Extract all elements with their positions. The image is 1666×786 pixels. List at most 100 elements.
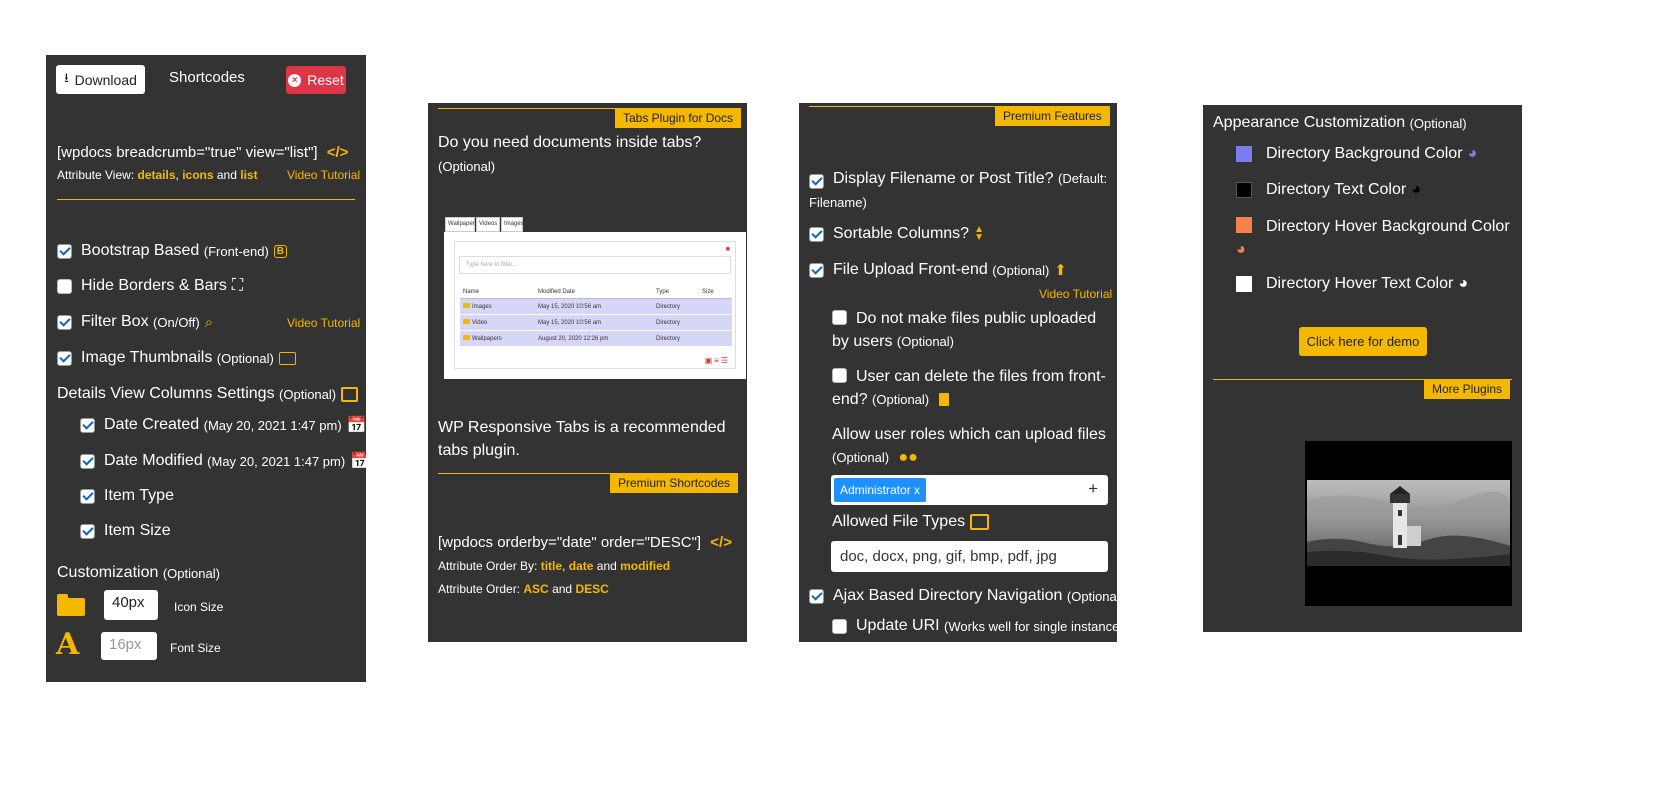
icon-size-input[interactable]: 40px	[104, 590, 158, 620]
color-directory-hover-text[interactable]: Directory Hover Text Color ◕	[1236, 275, 1468, 293]
option-can-delete[interactable]: User can delete the files from front-end…	[832, 365, 1110, 411]
images-icon	[278, 351, 296, 365]
palette-icon[interactable]: ◕	[1411, 181, 1421, 199]
code-icon[interactable]: </>	[710, 534, 732, 551]
palette-icon[interactable]: ◕	[1236, 241, 1246, 258]
option-not-public[interactable]: Do not make files public uploaded by use…	[832, 307, 1110, 353]
video-tutorial-link[interactable]: Video Tutorial	[287, 168, 360, 182]
color-swatch[interactable]	[1236, 182, 1252, 198]
roles-select[interactable]: Administrator x +	[831, 475, 1108, 505]
demo-button[interactable]: Click here for demo	[1299, 327, 1427, 356]
column-item-type[interactable]: Item Type	[80, 487, 174, 505]
border-frame-icon: ⛶	[231, 277, 244, 294]
shortcode-text[interactable]: [wpdocs orderby="date" order="DESC"]	[438, 534, 701, 551]
color-directory-background[interactable]: Directory Background Color ◕	[1236, 145, 1477, 163]
attr-icons: icons	[182, 168, 214, 182]
tabs-preview-image: Wallpapers Videos Images ■ Type here to …	[444, 216, 746, 379]
option-thumbnails[interactable]: Image Thumbnails (Optional)	[57, 349, 296, 367]
bootstrap-checkbox[interactable]	[57, 243, 72, 259]
option-update-uri[interactable]: Update URI (Works well for single instan…	[832, 617, 1117, 635]
item-type-checkbox[interactable]	[80, 488, 95, 504]
preview-view-icons: ▣≡☰	[704, 356, 730, 365]
more-plugins-badge[interactable]: More Plugins	[1424, 379, 1511, 399]
file-types-icon	[970, 514, 990, 530]
download-button[interactable]: ⭳ Download	[56, 65, 145, 94]
option-hide-borders[interactable]: Hide Borders & Bars ⛶	[57, 277, 243, 295]
appearance-panel: Appearance Customization (Optional) Dire…	[1203, 105, 1522, 632]
order-line: Attribute Order: ASC and DESC	[438, 582, 609, 596]
shortcode-text[interactable]: [wpdocs breadcrumb="true" view="list"]	[57, 144, 318, 161]
palette-icon[interactable]: ◕	[1458, 275, 1468, 293]
file-types-input[interactable]: doc, docx, png, gif, bmp, pdf, jpg	[831, 541, 1108, 572]
reset-button[interactable]: × Reset	[286, 66, 346, 94]
video-tutorial-upload[interactable]: Video Tutorial	[1039, 287, 1112, 301]
preview-table: Name Modified Date Type Size Images May …	[460, 286, 732, 346]
attr-details: details	[137, 168, 176, 182]
details-heading: Details View Columns Settings (Optional)	[57, 385, 359, 403]
sortable-checkbox[interactable]	[809, 226, 824, 242]
shortcodes-panel: ⭳ Download Shortcodes × Reset [wpdocs br…	[46, 55, 366, 682]
lighthouse-photo	[1307, 480, 1510, 566]
item-size-checkbox[interactable]	[80, 523, 95, 539]
premium-shortcodes-badge[interactable]: Premium Shortcodes	[610, 473, 739, 493]
recommend-text: WP Responsive Tabs is a recommended tabs…	[438, 419, 726, 459]
role-chip-administrator[interactable]: Administrator x	[834, 478, 927, 502]
date-modified-checkbox[interactable]	[80, 453, 95, 469]
ajax-checkbox[interactable]	[809, 588, 824, 604]
upload-checkbox[interactable]	[809, 262, 824, 278]
font-letter-icon: A	[56, 627, 80, 662]
preview-tab: Videos	[476, 217, 500, 232]
display-filename-checkbox[interactable]	[809, 173, 824, 189]
column-date-created[interactable]: Date Created (May 20, 2021 1:47 pm) 📅	[80, 415, 366, 435]
font-size-input[interactable]: 16px	[101, 632, 157, 660]
color-swatch[interactable]	[1236, 217, 1252, 233]
color-swatch[interactable]	[1236, 146, 1252, 162]
option-ajax[interactable]: Ajax Based Directory Navigation (Optiona…	[809, 587, 1117, 605]
can-delete-checkbox[interactable]	[832, 368, 847, 383]
thumbnails-checkbox[interactable]	[57, 350, 72, 366]
not-public-checkbox[interactable]	[832, 310, 847, 325]
folder-icon	[463, 335, 470, 340]
shortcode-line: [wpdocs orderby="date" order="DESC"] </>	[438, 534, 732, 551]
shortcode-line: [wpdocs breadcrumb="true" view="list"] <…	[57, 144, 348, 161]
column-item-size[interactable]: Item Size	[80, 522, 171, 540]
update-uri-checkbox[interactable]	[832, 618, 847, 634]
palette-icon[interactable]: ◕	[1468, 145, 1478, 163]
video-tutorial-filter[interactable]: Video Tutorial	[287, 316, 360, 330]
bootstrap-icon: B	[273, 244, 288, 258]
date-created-checkbox[interactable]	[80, 417, 95, 433]
tabs-plugin-badge[interactable]: Tabs Plugin for Docs	[615, 108, 742, 128]
option-upload[interactable]: File Upload Front-end (Optional) ⬆	[809, 261, 1067, 279]
table-row: Wallpapers August 20, 2020 12:26 pm Dire…	[460, 330, 732, 346]
folder-icon	[463, 319, 470, 324]
upload-icon: ⬆	[1054, 262, 1067, 279]
premium-features-badge[interactable]: Premium Features	[995, 106, 1110, 126]
color-swatch[interactable]	[1236, 276, 1252, 292]
customization-heading: Customization (Optional)	[57, 564, 220, 581]
color-directory-text[interactable]: Directory Text Color ◕	[1236, 181, 1421, 199]
color-directory-hover-background[interactable]: Directory Hover Background Color ◕	[1236, 215, 1516, 261]
preview-search: Type here to filter...	[459, 256, 731, 274]
column-date-modified[interactable]: Date Modified (May 20, 2021 1:47 pm) 📅	[80, 451, 366, 471]
add-role-button[interactable]: +	[1088, 479, 1098, 499]
attribute-view-line: Attribute View: details, icons and list	[57, 168, 258, 182]
option-bootstrap[interactable]: Bootstrap Based (Front-end) B	[57, 242, 288, 260]
preview-tab: Images	[501, 217, 524, 232]
option-filter-box[interactable]: Filter Box (On/Off) ⌕	[57, 313, 213, 331]
option-display-filename[interactable]: Display Filename or Post Title? (Default…	[809, 167, 1109, 215]
hide-borders-checkbox[interactable]	[57, 278, 72, 294]
roles-label: Allow user roles which can upload files …	[832, 423, 1110, 469]
calendar-icon: 📅	[346, 417, 366, 434]
appearance-heading: Appearance Customization (Optional)	[1213, 114, 1467, 131]
preview-trash-icon: ■	[725, 246, 730, 253]
attr-list: list	[240, 168, 258, 182]
code-icon[interactable]: </>	[327, 144, 349, 161]
search-icon: ⌕	[204, 313, 214, 331]
file-types-label: Allowed File Types	[832, 513, 990, 531]
option-sortable[interactable]: Sortable Columns? ▲ ▼	[809, 225, 984, 243]
preview-tab: Wallpapers	[445, 217, 478, 232]
filter-box-checkbox[interactable]	[57, 314, 72, 330]
icon-size-label: Icon Size	[174, 600, 224, 614]
shortcodes-title: Shortcodes	[169, 69, 245, 86]
columns-icon	[341, 386, 359, 402]
